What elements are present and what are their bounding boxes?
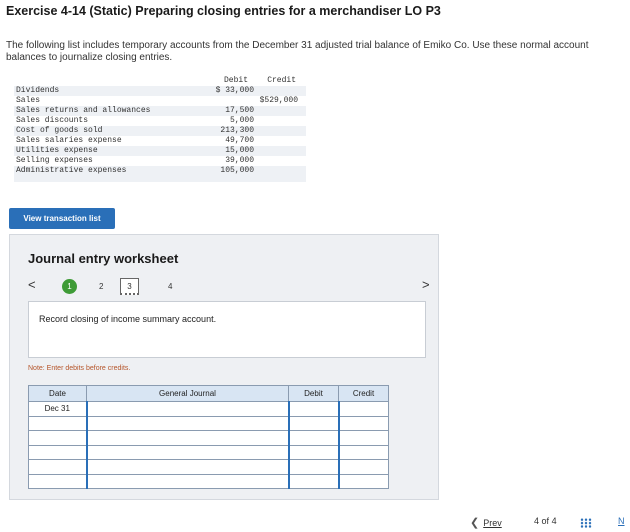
journal-table: Date General Journal Debit Credit Dec 31 [28, 385, 389, 489]
view-transaction-list-button[interactable]: View transaction list [9, 208, 115, 229]
credit-column-header: Credit [338, 385, 389, 402]
journal-row [28, 444, 389, 460]
date-cell [28, 415, 87, 431]
date-cell [28, 473, 87, 489]
tb-account: Sales discounts [16, 116, 89, 125]
prev-label: Prev [483, 518, 502, 528]
tb-debit: 39,000 [225, 156, 254, 165]
exercise-title: Exercise 4-14 (Static) Preparing closing… [6, 4, 441, 18]
tb-row: Cost of goods sold 213,300 [14, 126, 306, 136]
grid-menu-icon[interactable] [580, 518, 592, 528]
journal-row [28, 415, 389, 431]
tb-account: Dividends [16, 86, 60, 95]
date-cell [28, 430, 87, 446]
tb-row: Administrative expenses 105,000 [14, 166, 306, 176]
tb-row: Utilities expense 15,000 [14, 146, 306, 156]
tb-row: Sales returns and allowances 17,500 [14, 106, 306, 116]
tb-debit: 49,700 [225, 136, 254, 145]
step-1-completed[interactable]: 1 [62, 279, 77, 294]
of-label: of [541, 516, 550, 526]
next-page-link[interactable]: N [618, 516, 625, 526]
current-page: 4 [534, 516, 540, 526]
tb-account: Cost of goods sold [16, 126, 103, 135]
credit-input[interactable] [337, 459, 389, 475]
trial-balance-rows: Dividends $ 33,000 Sales $529,000 Sales re… [14, 86, 306, 182]
tb-account: Administrative expenses [16, 166, 127, 175]
date-cell: Dec 31 [28, 401, 87, 417]
debit-input[interactable] [287, 473, 339, 489]
tb-account: Sales salaries expense [16, 136, 122, 145]
account-input[interactable] [85, 430, 289, 446]
prev-page-link[interactable]: ❮ Prev [470, 516, 502, 529]
tb-row: Dividends $ 33,000 [14, 86, 306, 96]
instruction-text: Record closing of income summary account… [39, 314, 217, 324]
step-3[interactable]: 3 [120, 278, 139, 295]
tb-account: Selling expenses [16, 156, 93, 165]
journal-entry-worksheet: Journal entry worksheet < 1 2 3 4 > Reco… [9, 234, 439, 500]
credit-input[interactable] [337, 430, 389, 446]
journal-row [28, 473, 389, 489]
general-journal-header: General Journal [86, 385, 289, 402]
chevron-left-icon: ❮ [470, 517, 480, 529]
journal-row [28, 459, 389, 475]
credit-header: Credit [267, 76, 296, 85]
trial-balance-footer [14, 176, 306, 182]
credit-input[interactable] [337, 401, 389, 417]
tb-credit: $529,000 [259, 96, 298, 105]
account-input[interactable] [85, 459, 289, 475]
debit-input[interactable] [287, 430, 339, 446]
debits-note: Note: Enter debits before credits. [28, 365, 131, 372]
trial-balance-header: Debit Credit [14, 76, 306, 86]
tb-debit: 105,000 [220, 166, 254, 175]
next-step-arrow[interactable]: > [422, 277, 430, 292]
tb-debit: 17,500 [225, 106, 254, 115]
debit-header: Debit [223, 76, 248, 85]
date-cell [28, 444, 87, 460]
debit-input[interactable] [287, 444, 339, 460]
account-input[interactable] [85, 415, 289, 431]
debit-input[interactable] [287, 401, 339, 417]
step-4[interactable]: 4 [168, 279, 172, 294]
debit-input[interactable] [287, 415, 339, 431]
instruction-box: Record closing of income summary account… [28, 301, 426, 358]
trial-balance-table: Debit Credit Dividends $ 33,000 Sales $529… [14, 76, 306, 182]
tb-debit: $ 33,000 [215, 86, 254, 95]
account-input[interactable] [85, 473, 289, 489]
debit-column-header: Debit [288, 385, 339, 402]
credit-input[interactable] [337, 444, 389, 460]
debit-input[interactable] [287, 459, 339, 475]
tb-row: Selling expenses 39,000 [14, 156, 306, 166]
date-header: Date [28, 385, 87, 402]
credit-input[interactable] [337, 473, 389, 489]
prev-step-arrow[interactable]: < [28, 277, 36, 292]
step-2[interactable]: 2 [99, 279, 103, 294]
date-cell [28, 459, 87, 475]
tb-account: Sales [16, 96, 41, 105]
journal-header-row: Date General Journal Debit Credit [28, 385, 389, 402]
total-pages: 4 [551, 516, 557, 526]
account-input[interactable] [85, 444, 289, 460]
worksheet-title: Journal entry worksheet [28, 251, 179, 266]
tb-debit: 15,000 [225, 146, 254, 155]
tb-debit: 213,300 [220, 126, 254, 135]
tb-row: Sales salaries expense 49,700 [14, 136, 306, 146]
tb-account: Sales returns and allowances [16, 106, 151, 115]
journal-row [28, 430, 389, 446]
tb-debit: 5,000 [229, 116, 254, 125]
exercise-instructions: The following list includes temporary ac… [6, 40, 589, 63]
credit-input[interactable] [337, 415, 389, 431]
page-indicator: 4 of 4 [534, 516, 557, 526]
journal-row: Dec 31 [28, 401, 389, 417]
tb-account: Utilities expense [16, 146, 98, 155]
tb-row: Sales $529,000 [14, 96, 306, 106]
account-input[interactable] [85, 401, 289, 417]
tb-row: Sales discounts 5,000 [14, 116, 306, 126]
